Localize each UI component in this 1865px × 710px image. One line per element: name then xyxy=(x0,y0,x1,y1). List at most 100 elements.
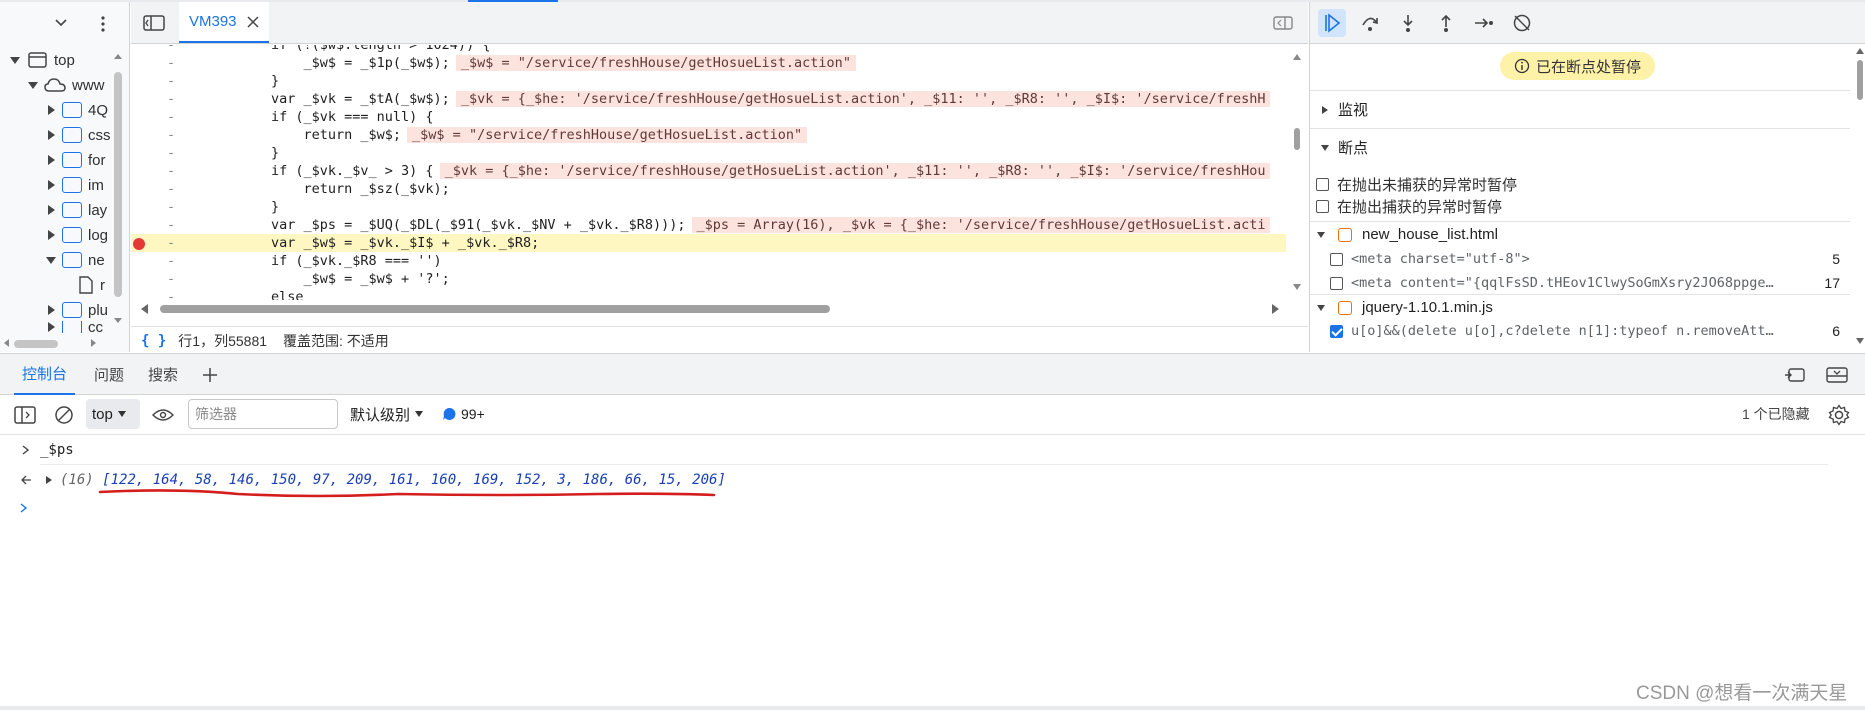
filter-input[interactable] xyxy=(188,399,338,429)
tree-item-host[interactable]: www xyxy=(26,73,142,97)
folder-label: log xyxy=(88,226,109,244)
deactivate-breakpoints-button[interactable] xyxy=(1508,9,1536,37)
code-text: } xyxy=(271,145,280,161)
breakpoint-checkbox[interactable] xyxy=(1330,276,1343,290)
code-line: - _$w$ = _$1p(_$w$); _$w$ = "/service/fre… xyxy=(131,54,1286,72)
sidebar-toggle-icon[interactable] xyxy=(14,406,36,424)
code-text: _$w$ = _$1p(_$w$); xyxy=(271,55,450,71)
pause-uncaught-option[interactable]: 在抛出未捕获的异常时暂停 xyxy=(1316,173,1517,195)
toggle-navigator-icon[interactable] xyxy=(143,15,165,31)
scroll-right-icon[interactable] xyxy=(90,338,98,348)
tab-search[interactable]: 搜索 xyxy=(148,354,178,395)
breakpoints-section-header[interactable]: 断点 xyxy=(1310,128,1850,166)
console-output[interactable]: _$ps (16) [122, 164, 58, 146, 150, 97, 2… xyxy=(0,436,1865,706)
triangle-down-icon xyxy=(1321,144,1329,151)
code-text: if (_$vk === null) { xyxy=(271,109,434,125)
log-level-selector[interactable]: 默认级别 xyxy=(350,399,424,429)
step-into-button[interactable] xyxy=(1394,9,1422,37)
info-icon xyxy=(1514,58,1530,74)
breakpoint-item[interactable]: u[o]&&(delete u[o],c?delete n[1]:typeof … xyxy=(1330,319,1850,343)
close-icon[interactable] xyxy=(247,15,259,28)
navigator-scrollbar-horizontal[interactable] xyxy=(14,340,58,348)
scroll-left-icon[interactable] xyxy=(2,338,10,348)
breakpoint-code: <meta content="{qqlFsSD.tHEov1ClwySoGmXs… xyxy=(1351,275,1781,291)
triangle-right-icon xyxy=(48,180,55,190)
triangle-right-icon xyxy=(48,322,55,332)
breakpoint-file-group[interactable]: jquery-1.10.1.min.js xyxy=(1310,294,1850,320)
folder-icon xyxy=(62,152,82,168)
editor-tabbar: VM393 xyxy=(131,2,1308,44)
cursor-position: 行1，列55881 xyxy=(178,332,268,349)
resume-icon xyxy=(1325,12,1341,33)
folder-label: for xyxy=(88,151,106,169)
folder-label: lay xyxy=(88,201,108,219)
step-button[interactable] xyxy=(1470,9,1498,37)
folder-icon xyxy=(62,321,82,333)
folder-label: 4Q xyxy=(88,101,109,119)
watch-section-header[interactable]: 监视 xyxy=(1310,90,1850,128)
pause-caught-checkbox[interactable] xyxy=(1316,199,1329,213)
context-selector[interactable]: top xyxy=(86,399,140,429)
breakpoint-line: 17 xyxy=(1824,275,1840,291)
debugger-scrollbar[interactable] xyxy=(1854,46,1865,346)
inline-value: _$w$ = "/service/freshHouse/getHosueList… xyxy=(407,127,808,143)
breakpoint-marker[interactable] xyxy=(133,238,145,250)
tab-vm393[interactable]: VM393 xyxy=(179,2,269,43)
clear-console-icon[interactable] xyxy=(54,405,74,425)
tab-label: VM393 xyxy=(189,13,237,30)
breakpoint-checkbox[interactable] xyxy=(1330,252,1343,266)
pause-uncaught-checkbox[interactable] xyxy=(1316,177,1329,191)
code-editor[interactable]: - if (!($w$.length > 1024)) { - _$w$ = _$… xyxy=(131,45,1308,300)
scroll-up-icon[interactable] xyxy=(113,52,123,60)
breakpoint-item[interactable]: <meta content="{qqlFsSD.tHEov1ClwySoGmXs… xyxy=(1330,271,1850,295)
folder-label: plu xyxy=(88,301,109,319)
editor-scrollbar-vertical[interactable] xyxy=(1291,52,1303,292)
issues-counter[interactable]: 99+ xyxy=(442,399,485,429)
more-vert-icon[interactable] xyxy=(100,15,106,33)
close-drawer-icon[interactable] xyxy=(1826,366,1848,384)
scroll-down-icon[interactable] xyxy=(113,317,123,325)
tree-label-top: top xyxy=(54,51,75,69)
html-file-icon xyxy=(1338,227,1352,242)
pretty-print-icon[interactable]: { } xyxy=(141,333,166,349)
navigator-scrollbar-vertical[interactable] xyxy=(114,72,122,297)
sources-navigator: top www 4Q css for im lay log ne r plu c… xyxy=(0,2,130,352)
pause-uncaught-label: 在抛出未捕获的异常时暂停 xyxy=(1337,176,1518,194)
inline-value: _$vk = {_$he: '/service/freshHouse/getHo… xyxy=(439,163,1271,179)
step-out-button[interactable] xyxy=(1432,9,1460,37)
editor-scrollbar-horizontal[interactable] xyxy=(140,303,1280,315)
array-length: (16) xyxy=(60,472,94,488)
pause-caught-option[interactable]: 在抛出捕获的异常时暂停 xyxy=(1316,195,1502,217)
breakpoint-checkbox[interactable] xyxy=(1330,324,1343,338)
toggle-debugger-icon[interactable] xyxy=(1273,16,1293,30)
tab-console[interactable]: 控制台 xyxy=(14,354,76,395)
add-tab-icon[interactable] xyxy=(202,367,218,383)
settings-gear-icon[interactable] xyxy=(1828,404,1850,426)
tree-item-top[interactable]: top xyxy=(8,48,124,72)
code-line: - _$w$ = _$w$ + '?'; xyxy=(167,271,450,287)
debugger-sidebar: 已在断点处暂停 监视 断点 在抛出未捕获的异常时暂停 在抛出捕获的异常时暂停 n… xyxy=(1309,2,1865,352)
editor-statusbar: { } 行1，列55881 覆盖范围: 不适用 xyxy=(131,326,1308,354)
eye-icon[interactable] xyxy=(152,407,174,423)
dropdown-arrow-icon xyxy=(415,411,424,417)
code-line: - return _$w$; _$w$ = "/service/freshHous… xyxy=(131,126,1286,144)
folder-label: im xyxy=(88,176,104,194)
breakpoint-line: 5 xyxy=(1832,251,1840,267)
step-over-button[interactable] xyxy=(1356,9,1384,37)
hidden-count: 1 个已隐藏 xyxy=(1742,399,1810,429)
coverage-status: 覆盖范围: 不适用 xyxy=(283,332,389,349)
code-line: - if (_$vk._$R8 === '') xyxy=(167,253,442,269)
resume-button[interactable] xyxy=(1318,8,1346,37)
code-line: -} xyxy=(167,73,280,89)
code-line: - var _$vk = _$tA(_$w$); _$vk = {_$he: '/s… xyxy=(131,90,1286,108)
triangle-right-icon xyxy=(48,230,55,240)
code-line: - if (_$vk._$v_ > 3) {_$vk = {_$he: '/ser… xyxy=(131,162,1286,180)
folder-icon xyxy=(62,102,82,118)
dock-icon[interactable] xyxy=(1784,366,1806,384)
breakpoint-file-group[interactable]: new_house_list.html xyxy=(1310,221,1850,247)
prompt-chevron-icon xyxy=(20,503,28,513)
breakpoint-item[interactable]: <meta charset="utf-8"> 5 xyxy=(1330,247,1850,271)
triangle-right-icon[interactable] xyxy=(44,475,54,485)
chevron-down-icon[interactable] xyxy=(54,18,68,28)
tab-issues[interactable]: 问题 xyxy=(94,354,124,395)
